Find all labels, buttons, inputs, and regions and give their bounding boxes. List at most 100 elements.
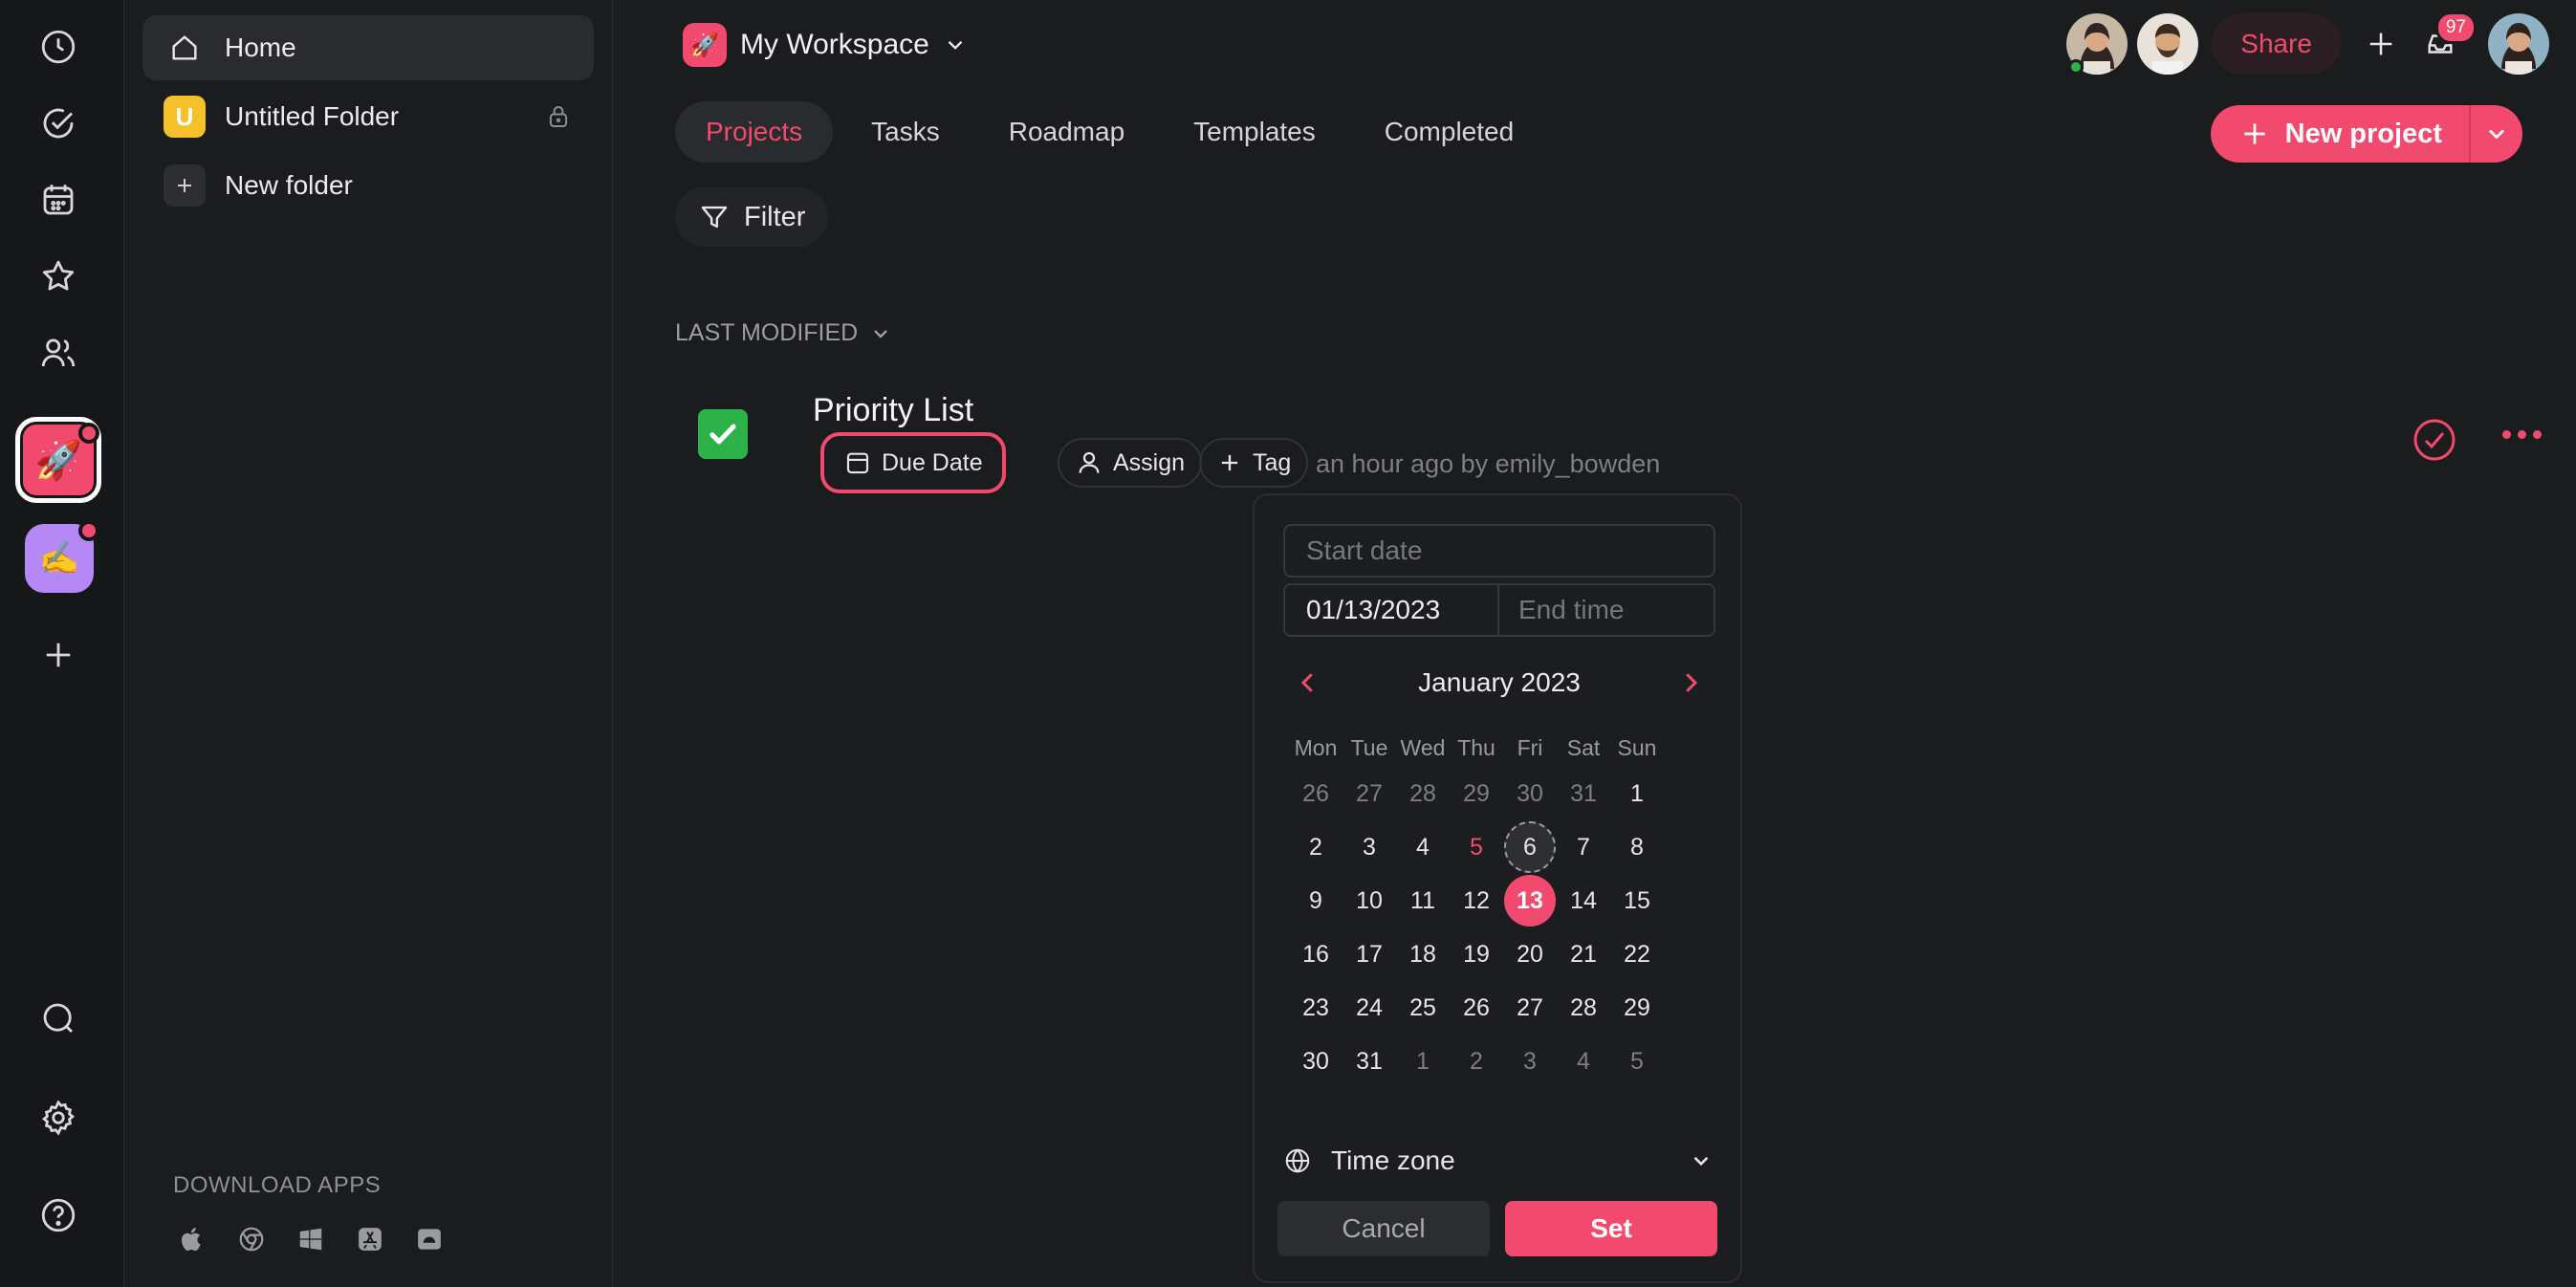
avatar[interactable] bbox=[2066, 13, 2128, 75]
sidebar: Home U Untitled Folder New folder DOWNLO… bbox=[125, 0, 613, 1287]
my-tasks-check-icon[interactable] bbox=[34, 99, 82, 147]
project-row[interactable]: Priority List Due Date Assign Tag an hou… bbox=[675, 386, 2549, 493]
calendar-day[interactable]: 26 bbox=[1450, 981, 1503, 1035]
calendar-day[interactable]: 30 bbox=[1503, 767, 1557, 820]
calendar-day[interactable]: 3 bbox=[1343, 820, 1396, 874]
calendar-day[interactable]: 2 bbox=[1450, 1035, 1503, 1088]
calendar-day[interactable]: 6 bbox=[1503, 820, 1557, 874]
calendar-day[interactable]: 14 bbox=[1557, 874, 1610, 927]
tag-button[interactable]: Tag bbox=[1199, 438, 1309, 488]
windows-icon[interactable] bbox=[292, 1220, 330, 1258]
settings-gear-icon[interactable] bbox=[34, 1094, 82, 1142]
calendar-day[interactable]: 17 bbox=[1343, 927, 1396, 981]
apple-icon[interactable] bbox=[173, 1220, 211, 1258]
calendar-day[interactable]: 31 bbox=[1557, 767, 1610, 820]
calendar-day[interactable]: 1 bbox=[1610, 767, 1664, 820]
calendar-day[interactable]: 1 bbox=[1396, 1035, 1450, 1088]
workspace-switcher[interactable]: 🚀 My Workspace bbox=[683, 23, 968, 67]
calendar-day[interactable]: 19 bbox=[1450, 927, 1503, 981]
sidebar-item-untitled-folder[interactable]: U Untitled Folder bbox=[142, 84, 594, 149]
calendar-day[interactable]: 5 bbox=[1610, 1035, 1664, 1088]
calendar-day[interactable]: 11 bbox=[1396, 874, 1450, 927]
calendar-day[interactable]: 27 bbox=[1503, 981, 1557, 1035]
calendar-day[interactable]: 29 bbox=[1450, 767, 1503, 820]
more-options-icon[interactable] bbox=[2502, 430, 2542, 439]
due-date-button[interactable]: Due Date bbox=[820, 432, 1006, 493]
prev-month-chevron-left-icon[interactable] bbox=[1289, 664, 1327, 702]
search-icon[interactable] bbox=[34, 994, 82, 1042]
project-title[interactable]: Priority List bbox=[813, 392, 973, 429]
calendar-day[interactable]: 3 bbox=[1503, 1035, 1557, 1088]
tab-projects[interactable]: Projects bbox=[675, 101, 834, 163]
start-date-field[interactable] bbox=[1283, 524, 1715, 578]
weekday-label: Mon bbox=[1294, 734, 1338, 760]
tag-label: Tag bbox=[1253, 448, 1292, 476]
end-time-field[interactable] bbox=[1497, 583, 1715, 637]
android-tablet-icon[interactable] bbox=[410, 1220, 448, 1258]
help-question-icon[interactable] bbox=[34, 1191, 82, 1239]
calendar-day[interactable]: 20 bbox=[1503, 927, 1557, 981]
calendar-day[interactable]: 2 bbox=[1289, 820, 1343, 874]
cancel-button[interactable]: Cancel bbox=[1277, 1201, 1490, 1256]
calendar-day[interactable]: 26 bbox=[1289, 767, 1343, 820]
filter-button[interactable]: Filter bbox=[675, 187, 829, 247]
calendar-day[interactable]: 4 bbox=[1396, 820, 1450, 874]
set-button[interactable]: Set bbox=[1505, 1201, 1717, 1256]
calendar-day[interactable]: 22 bbox=[1610, 927, 1664, 981]
team-users-icon[interactable] bbox=[34, 329, 82, 377]
new-project-button[interactable]: New project bbox=[2210, 105, 2522, 163]
calendar-day[interactable]: 29 bbox=[1610, 981, 1664, 1035]
tab-templates[interactable]: Templates bbox=[1163, 101, 1346, 163]
calendar-day[interactable]: 28 bbox=[1396, 767, 1450, 820]
new-project-menu-chevron-icon[interactable] bbox=[2469, 105, 2522, 163]
calendar-day-number: 31 bbox=[1570, 779, 1597, 807]
calendar-day[interactable]: 28 bbox=[1557, 981, 1610, 1035]
recent-clock-icon[interactable] bbox=[34, 23, 82, 71]
calendar-day[interactable]: 23 bbox=[1289, 981, 1343, 1035]
lock-icon[interactable] bbox=[544, 102, 573, 131]
calendar-day[interactable]: 9 bbox=[1289, 874, 1343, 927]
calendar-day[interactable]: 21 bbox=[1557, 927, 1610, 981]
calendar-day[interactable]: 4 bbox=[1557, 1035, 1610, 1088]
calendar-day[interactable]: 12 bbox=[1450, 874, 1503, 927]
add-workspace-plus-icon[interactable] bbox=[34, 631, 82, 679]
time-zone-dropdown[interactable]: Time zone bbox=[1283, 1132, 1714, 1189]
next-month-chevron-right-icon[interactable] bbox=[1671, 664, 1710, 702]
calendar-day-selected[interactable]: 13 bbox=[1503, 874, 1557, 927]
calendar-day[interactable]: 24 bbox=[1343, 981, 1396, 1035]
complete-check-icon[interactable] bbox=[2412, 417, 2457, 463]
favorites-star-icon[interactable] bbox=[34, 252, 82, 300]
notifications-icon[interactable]: 97 bbox=[2413, 11, 2477, 71]
tab-roadmap[interactable]: Roadmap bbox=[978, 101, 1155, 163]
app-store-icon[interactable] bbox=[351, 1220, 389, 1258]
calendar-day[interactable]: 27 bbox=[1343, 767, 1396, 820]
avatar[interactable] bbox=[2137, 13, 2199, 75]
current-user-avatar[interactable] bbox=[2488, 13, 2549, 75]
sidebar-item-home[interactable]: Home bbox=[142, 15, 594, 80]
calendar-day[interactable]: 18 bbox=[1396, 927, 1450, 981]
calendar-icon[interactable] bbox=[34, 176, 82, 224]
calendar-day-number: 21 bbox=[1570, 940, 1597, 968]
chrome-icon[interactable] bbox=[232, 1220, 271, 1258]
share-button[interactable]: Share bbox=[2212, 13, 2341, 75]
sort-dropdown[interactable]: LAST MODIFIED bbox=[675, 319, 892, 347]
assign-button[interactable]: Assign bbox=[1058, 438, 1203, 488]
calendar-day[interactable]: 25 bbox=[1396, 981, 1450, 1035]
calendar-day[interactable]: 30 bbox=[1289, 1035, 1343, 1088]
calendar-day-number: 15 bbox=[1624, 886, 1650, 914]
tab-completed[interactable]: Completed bbox=[1354, 101, 1544, 163]
calendar-day-number: 22 bbox=[1624, 940, 1650, 968]
calendar-day[interactable]: 15 bbox=[1610, 874, 1664, 927]
calendar-day[interactable]: 31 bbox=[1343, 1035, 1396, 1088]
calendar-day[interactable]: 7 bbox=[1557, 820, 1610, 874]
calendar-day-today[interactable]: 5 bbox=[1450, 820, 1503, 874]
calendar-day[interactable]: 10 bbox=[1343, 874, 1396, 927]
end-date-field[interactable] bbox=[1283, 583, 1499, 637]
calendar-day[interactable]: 16 bbox=[1289, 927, 1343, 981]
sidebar-item-new-folder[interactable]: New folder bbox=[142, 153, 594, 218]
tab-tasks[interactable]: Tasks bbox=[840, 101, 971, 163]
add-plus-icon[interactable] bbox=[2354, 17, 2408, 71]
calendar-day[interactable]: 8 bbox=[1610, 820, 1664, 874]
sidebar-item-label: New folder bbox=[225, 170, 353, 200]
calendar-day-number: 16 bbox=[1302, 940, 1329, 968]
